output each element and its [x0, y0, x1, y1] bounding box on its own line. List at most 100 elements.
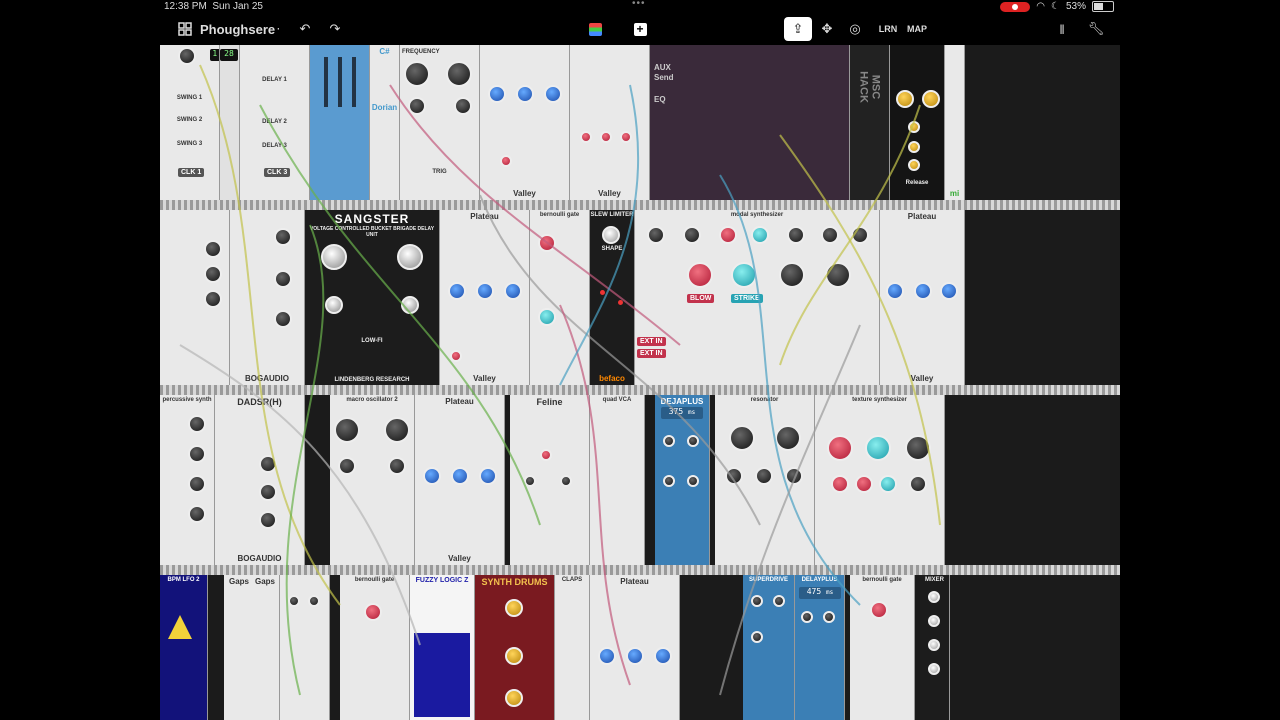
res-brightness-knob[interactable] — [725, 467, 743, 485]
add-module-icon[interactable]: + — [632, 17, 648, 41]
threshold-knob[interactable] — [908, 121, 920, 133]
res-position-knob[interactable] — [785, 467, 803, 485]
fm-knob[interactable] — [851, 226, 869, 244]
macro-morph-knob[interactable] — [388, 457, 406, 475]
harmonics-knob[interactable] — [446, 61, 472, 87]
undo-icon[interactable]: ↶ — [296, 17, 314, 41]
deja-time-knob[interactable] — [663, 435, 675, 447]
out-gain-knob[interactable] — [922, 90, 940, 108]
adsr-attack-knob[interactable] — [274, 228, 292, 246]
grid-icon[interactable] — [176, 17, 194, 41]
perc-knob-4[interactable] — [188, 505, 206, 523]
dadsrh-knob-2[interactable] — [259, 483, 277, 501]
plateau2-mod-knob[interactable] — [450, 350, 462, 362]
res-structure-knob[interactable] — [775, 425, 801, 451]
macro-frequency-knob[interactable] — [334, 417, 360, 443]
bernoulli1-prob-knob[interactable] — [538, 234, 556, 252]
plateau2-decay-knob[interactable] — [504, 282, 522, 300]
dp-feedback-knob[interactable] — [823, 611, 835, 623]
plateau3-size-knob[interactable] — [886, 282, 904, 300]
plateau4-diffusion-knob[interactable] — [451, 467, 469, 485]
plateau5-diffusion-knob[interactable] — [626, 647, 644, 665]
row2-knob-3[interactable] — [204, 290, 222, 308]
fine-knob[interactable] — [821, 226, 839, 244]
adsr-decay-knob[interactable] — [274, 270, 292, 288]
drums-freq-knob-3[interactable] — [505, 689, 523, 707]
adsr-sustain-knob[interactable] — [274, 310, 292, 328]
plateau4-size-knob[interactable] — [423, 467, 441, 485]
frequency-knob[interactable] — [404, 61, 430, 87]
res-damping-knob[interactable] — [755, 467, 773, 485]
drums-freq-knob-2[interactable] — [505, 647, 523, 665]
fader-1[interactable] — [324, 57, 328, 107]
plateau2-size-knob[interactable] — [448, 282, 466, 300]
rack-canvas[interactable]: 1:28 SWING 1 SWING 2 SWING 3 CLK 1 28 DE… — [160, 45, 1120, 720]
record-icon[interactable] — [1000, 1, 1031, 12]
bow-knob[interactable] — [683, 226, 701, 244]
sangster-feedback-knob[interactable] — [325, 296, 343, 314]
tex-blend-knob[interactable] — [909, 475, 927, 493]
pause-icon[interactable]: ‖ — [1054, 17, 1070, 41]
move-icon[interactable]: ✥ — [818, 17, 836, 41]
morph-knob[interactable] — [454, 97, 472, 115]
dadsrh-knob-1[interactable] — [259, 455, 277, 473]
macro-timbre-knob[interactable] — [338, 457, 356, 475]
fader-2[interactable] — [338, 57, 342, 107]
plateau2-diffusion-knob[interactable] — [476, 282, 494, 300]
sangster-time-knob[interactable] — [321, 244, 347, 270]
tex-texture-knob[interactable] — [879, 475, 897, 493]
sangster-drywet-knob[interactable] — [401, 296, 419, 314]
strike-big-knob[interactable] — [731, 262, 757, 288]
coarse-knob[interactable] — [787, 226, 805, 244]
redo-icon[interactable]: ↷ — [326, 17, 344, 41]
perc-knob-1[interactable] — [188, 415, 206, 433]
filter1-res-knob[interactable] — [600, 131, 612, 143]
tex-in-gain-knob[interactable] — [831, 475, 849, 493]
dadsrh-knob-3[interactable] — [259, 511, 277, 529]
plateau1-mod-knob[interactable] — [500, 155, 512, 167]
blow-big-knob[interactable] — [687, 262, 713, 288]
bernoulli1-prob2-knob[interactable] — [538, 308, 556, 326]
sangster-gain-knob[interactable] — [397, 244, 423, 270]
perc-knob-2[interactable] — [188, 445, 206, 463]
geometry-knob[interactable] — [779, 262, 805, 288]
feline-res-knob[interactable] — [524, 475, 536, 487]
plateau1-decay-knob[interactable] — [544, 85, 562, 103]
cutoff-knob-1[interactable] — [288, 595, 300, 607]
row2-knob-2[interactable] — [204, 265, 222, 283]
color-swatch-icon[interactable] — [587, 17, 603, 41]
macro-harmonics-knob[interactable] — [384, 417, 410, 443]
bernoulli3-prob-knob[interactable] — [870, 601, 888, 619]
drums-freq-knob-1[interactable] — [505, 599, 523, 617]
deja-feedback-knob[interactable] — [687, 435, 699, 447]
target-icon[interactable]: ◎ — [846, 17, 864, 41]
wrench-icon[interactable]: 🔧︎ — [1088, 17, 1105, 41]
mixer-ch2-knob[interactable] — [928, 615, 940, 627]
multitask-dots[interactable]: ••• — [632, 0, 646, 9]
plateau4-decay-knob[interactable] — [479, 467, 497, 485]
sd-drive-knob[interactable] — [751, 595, 763, 607]
in-gain-knob[interactable] — [896, 90, 914, 108]
filter1-freq-knob[interactable] — [580, 131, 592, 143]
timbre-knob[interactable] — [408, 97, 426, 115]
attack-knob[interactable] — [908, 159, 920, 171]
mixer-ch4-knob[interactable] — [928, 663, 940, 675]
fader-3[interactable] — [352, 57, 356, 107]
tex-size-knob[interactable] — [865, 435, 891, 461]
sd-tone-knob[interactable] — [773, 595, 785, 607]
feline-drive-knob[interactable] — [560, 475, 572, 487]
plateau1-size-knob[interactable] — [488, 85, 506, 103]
patch-title[interactable]: Phoughsere · — [200, 17, 280, 41]
plateau5-size-knob[interactable] — [598, 647, 616, 665]
tex-pitch-knob[interactable] — [905, 435, 931, 461]
map-button[interactable]: MAP — [904, 17, 930, 41]
upload-icon[interactable]: ⇪ — [784, 17, 812, 41]
plateau1-diffusion-knob[interactable] — [516, 85, 534, 103]
strike-knob[interactable] — [751, 226, 769, 244]
plateau3-decay-knob[interactable] — [940, 282, 958, 300]
swing-knob[interactable] — [178, 47, 196, 65]
brightness-knob[interactable] — [825, 262, 851, 288]
filter1-drive-knob[interactable] — [620, 131, 632, 143]
perc-knob-3[interactable] — [188, 475, 206, 493]
cutoff-knob-2[interactable] — [308, 595, 320, 607]
